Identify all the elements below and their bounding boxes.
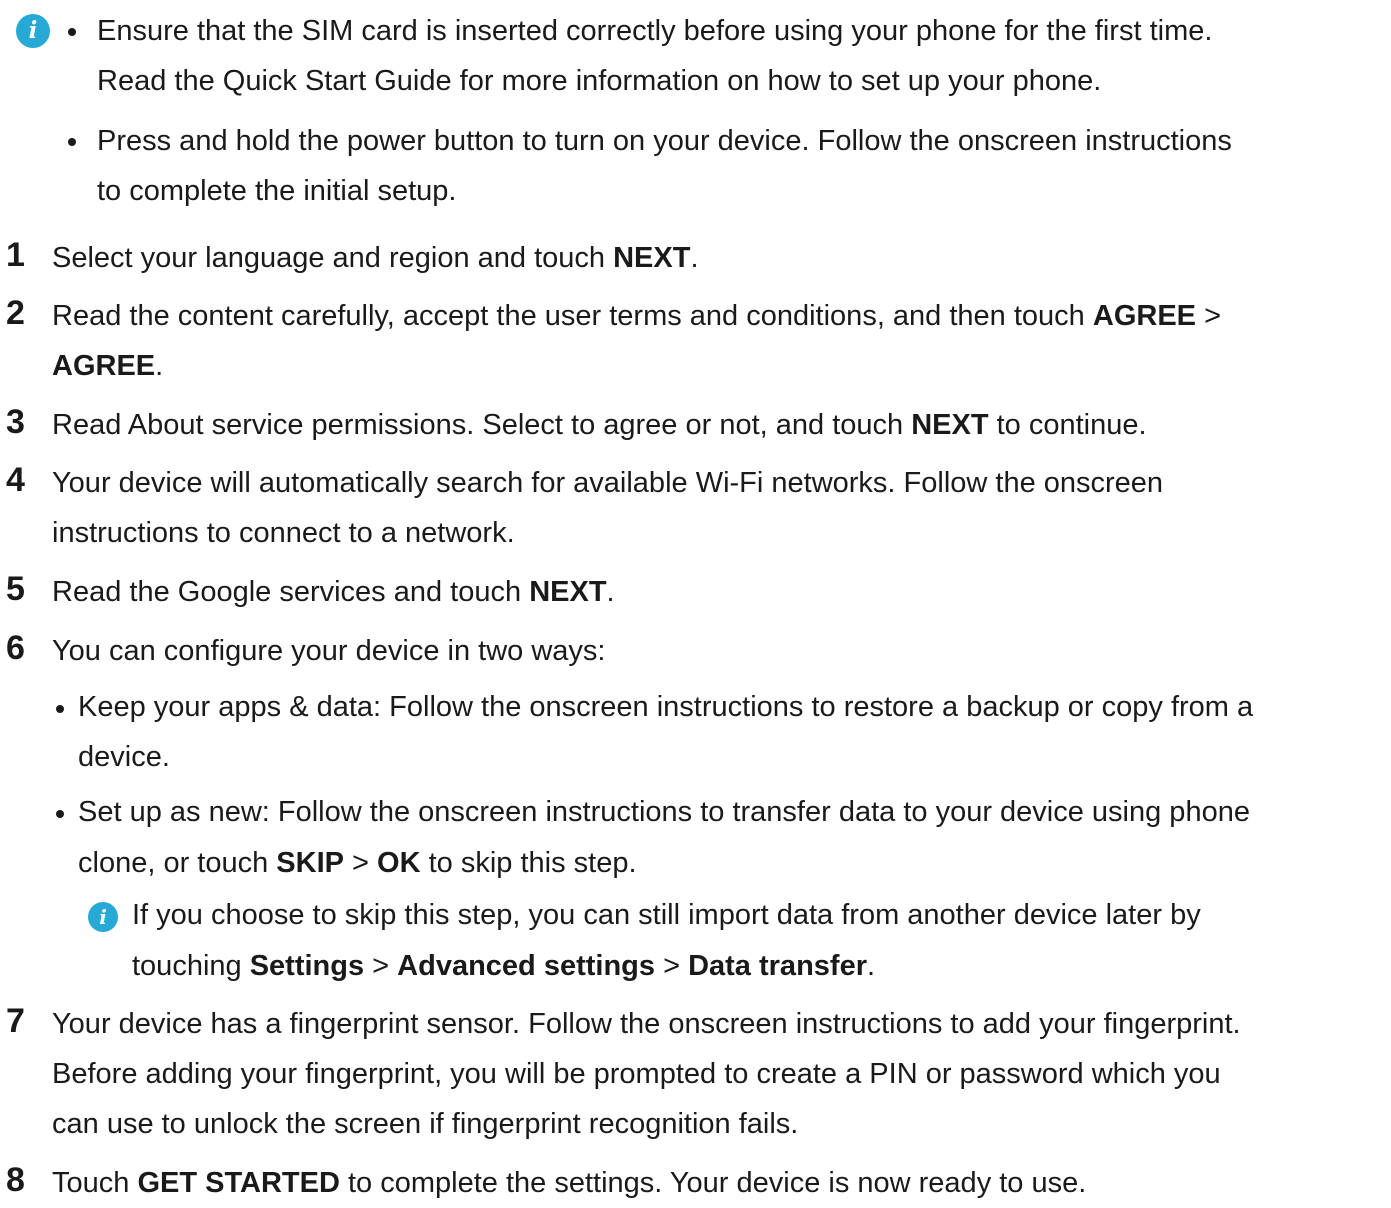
step-7-line-2: Before adding your fingerprint, you will…: [52, 1058, 1221, 1090]
step-6-note-line-2: touching Settings > Advanced settings > …: [132, 950, 876, 982]
info-icon: i: [16, 14, 50, 48]
step-7-line-1: Your device has a fingerprint sensor. Fo…: [52, 1008, 1241, 1040]
step-number: 8: [6, 1161, 25, 1199]
bullet-dot: [56, 705, 64, 713]
step-number: 6: [6, 629, 25, 667]
step-6-sub-2-line-1: Set up as new: Follow the onscreen instr…: [78, 796, 1250, 828]
bullet-dot: [68, 28, 76, 36]
info-icon: i: [88, 902, 118, 932]
step-number: 2: [6, 294, 25, 332]
step-8-text: Touch GET STARTED to complete the settin…: [52, 1167, 1087, 1199]
step-number: 3: [6, 403, 25, 441]
step-6-sub-1-line-1: Keep your apps & data: Follow the onscre…: [78, 691, 1254, 723]
step-5-text: Read the Google services and touch NEXT.: [52, 576, 615, 608]
step-4-line-1: Your device will automatically search fo…: [52, 467, 1164, 499]
step-6-line-1: You can configure your device in two way…: [52, 635, 606, 667]
step-6-sub-1-line-2: device.: [78, 741, 170, 773]
note-bullet-1-line-2: Read the Quick Start Guide for more info…: [97, 65, 1102, 97]
step-3-text: Read About service permissions. Select t…: [52, 409, 1147, 441]
step-6-note-line-1: If you choose to skip this step, you can…: [132, 899, 1201, 931]
bullet-dot: [68, 138, 76, 146]
step-number: 4: [6, 461, 25, 499]
step-number: 5: [6, 570, 25, 608]
step-4-line-2: instructions to connect to a network.: [52, 517, 515, 549]
step-number: 7: [6, 1002, 25, 1040]
note-bullet-1-line-1: Ensure that the SIM card is inserted cor…: [97, 15, 1213, 47]
bullet-dot: [56, 810, 64, 818]
step-2-line-1: Read the content carefully, accept the u…: [52, 300, 1222, 332]
note-bullet-2-line-1: Press and hold the power button to turn …: [97, 125, 1232, 157]
note-bullet-2-line-2: to complete the initial setup.: [97, 175, 457, 207]
step-1-text: Select your language and region and touc…: [52, 242, 699, 274]
step-6-sub-2-line-2: clone, or touch SKIP > OK to skip this s…: [78, 847, 637, 879]
step-2-line-2: AGREE.: [52, 350, 164, 382]
step-number: 1: [6, 236, 25, 274]
step-7-line-3: can use to unlock the screen if fingerpr…: [52, 1108, 799, 1140]
